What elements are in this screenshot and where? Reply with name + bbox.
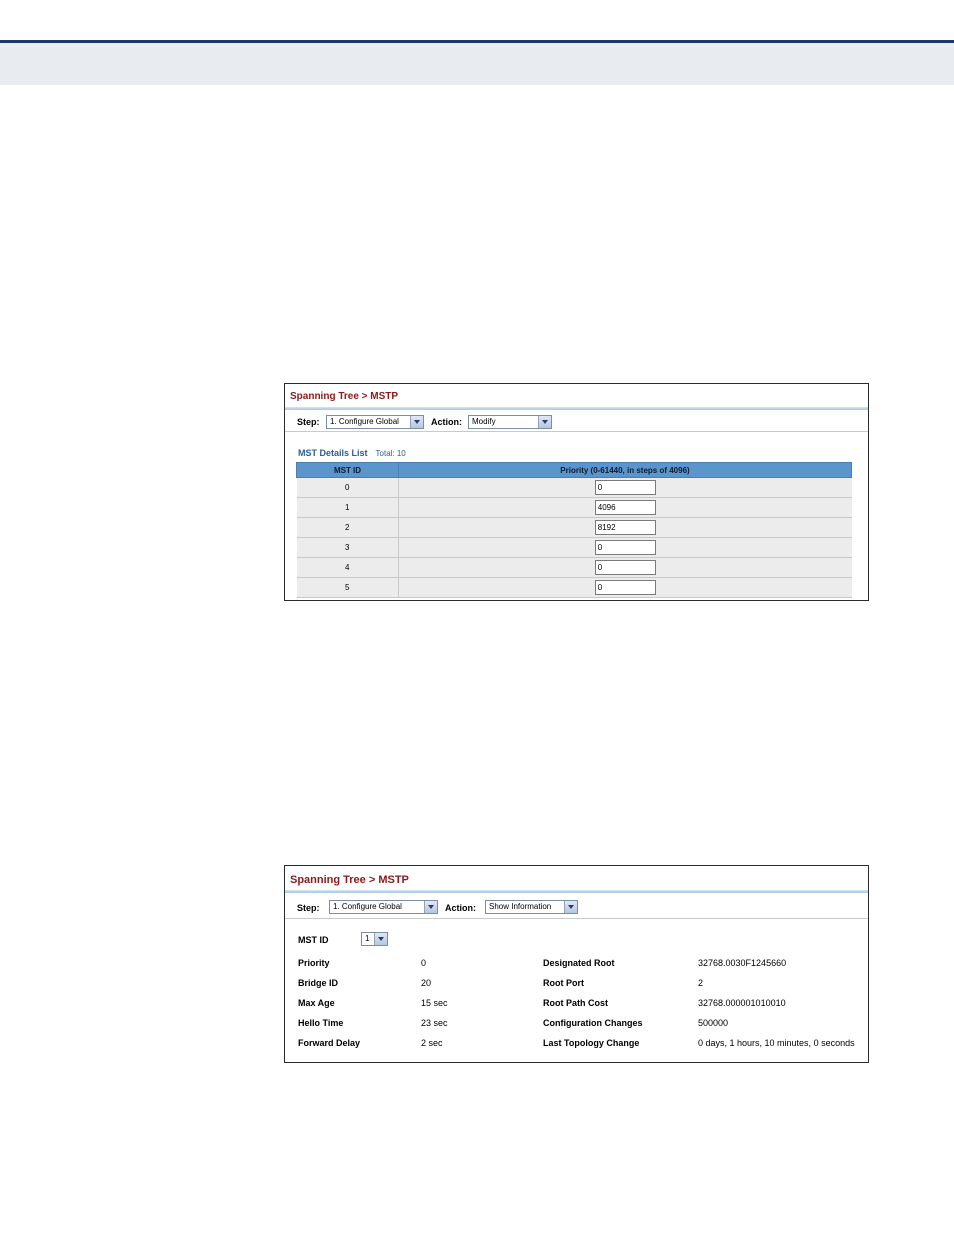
- mst-id-cell: 3: [296, 537, 399, 558]
- priority-cell: 0: [398, 477, 852, 498]
- table-row: 4 0: [296, 557, 852, 578]
- designated-root-value: 32768.0030F1245660: [698, 958, 787, 968]
- action-label: Action:: [445, 903, 476, 913]
- priority-input[interactable]: 8192: [594, 520, 656, 535]
- root-port-label: Root Port: [543, 978, 584, 988]
- mst-id-cell: 5: [296, 577, 399, 598]
- step-toolbar: Step: 1. Configure Global Action: Modify: [285, 413, 868, 432]
- hello-time-value: 23 sec: [421, 1018, 448, 1028]
- root-path-cost-label: Root Path Cost: [543, 998, 608, 1008]
- priority-input[interactable]: 0: [594, 560, 656, 575]
- table-row: 2 8192: [296, 517, 852, 538]
- mst-id-cell: 2: [296, 517, 399, 538]
- title-divider: [285, 890, 868, 893]
- list-title-text: MST Details List: [298, 448, 368, 458]
- configuration-changes-value: 500000: [698, 1018, 729, 1028]
- step-label: Step:: [297, 417, 320, 427]
- priority-input[interactable]: 0: [594, 480, 656, 495]
- step-select[interactable]: 1. Configure Global: [329, 900, 438, 914]
- forward-delay-label: Forward Delay: [298, 1038, 361, 1048]
- bridge-id-value: 20: [421, 978, 432, 988]
- priority-input[interactable]: 4096: [594, 500, 656, 515]
- hello-time-label: Hello Time: [298, 1018, 344, 1028]
- step-toolbar: Step: 1. Configure Global Action: Show I…: [285, 898, 868, 919]
- mstp-show-information-panel: Spanning Tree > MSTP Step: 1. Configure …: [284, 865, 869, 1063]
- priority-input[interactable]: 0: [594, 580, 656, 595]
- max-age-label: Max Age: [298, 998, 335, 1008]
- mst-id-select[interactable]: 1: [361, 932, 388, 946]
- mst-details-table: MST ID Priority (0-61440, in steps of 40…: [296, 462, 852, 598]
- action-label: Action:: [431, 417, 462, 427]
- action-select[interactable]: Modify: [468, 415, 552, 429]
- panel-title: Spanning Tree > MSTP: [290, 391, 399, 402]
- last-topology-change-value: 0 days, 1 hours, 10 minutes, 0 seconds: [698, 1038, 855, 1048]
- step-label: Step:: [297, 903, 320, 913]
- action-select[interactable]: Show Information: [485, 900, 578, 914]
- table-row: 5 0: [296, 577, 852, 598]
- chevron-down-icon[interactable]: [538, 416, 551, 428]
- priority-cell: 0: [398, 537, 852, 558]
- priority-cell: 0: [398, 557, 852, 578]
- table-row: 0 0: [296, 477, 852, 498]
- priority-cell: 0: [398, 577, 852, 598]
- chevron-down-icon[interactable]: [424, 901, 437, 913]
- title-divider: [285, 407, 868, 410]
- priority-label: Priority: [298, 958, 330, 968]
- chevron-down-icon[interactable]: [374, 933, 387, 945]
- configuration-changes-label: Configuration Changes: [543, 1018, 643, 1028]
- table-row: 1 4096: [296, 497, 852, 518]
- root-port-value: 2: [698, 978, 704, 988]
- action-select-value: Show Information: [489, 902, 552, 911]
- priority-value: 0: [421, 958, 427, 968]
- bridge-id-label: Bridge ID: [298, 978, 339, 988]
- table-header-row: MST ID Priority (0-61440, in steps of 40…: [296, 462, 852, 478]
- panel-title: Spanning Tree > MSTP: [290, 874, 409, 886]
- mst-id-cell: 4: [296, 557, 399, 578]
- mst-id-cell: 0: [296, 477, 399, 498]
- mst-id-cell: 1: [296, 497, 399, 518]
- step-select-value: 1. Configure Global: [330, 417, 399, 426]
- list-title: MST Details List Total: 10: [298, 448, 406, 458]
- column-header-mst-id: MST ID: [296, 462, 399, 478]
- chevron-down-icon[interactable]: [410, 416, 423, 428]
- last-topology-change-label: Last Topology Change: [543, 1038, 640, 1048]
- priority-cell: 4096: [398, 497, 852, 518]
- max-age-value: 15 sec: [421, 998, 448, 1008]
- priority-cell: 8192: [398, 517, 852, 538]
- priority-input[interactable]: 0: [594, 540, 656, 555]
- mst-id-select-value: 1: [365, 934, 370, 943]
- action-select-value: Modify: [472, 417, 496, 426]
- step-select-value: 1. Configure Global: [333, 902, 402, 911]
- table-row: 3 0: [296, 537, 852, 558]
- mstp-modify-panel: Spanning Tree > MSTP Step: 1. Configure …: [284, 383, 869, 601]
- chevron-down-icon[interactable]: [564, 901, 577, 913]
- mst-id-label: MST ID: [298, 935, 329, 945]
- column-header-priority: Priority (0-61440, in steps of 4096): [398, 462, 852, 478]
- list-total: Total: 10: [375, 449, 406, 458]
- root-path-cost-value: 32768.000001010010: [698, 998, 786, 1008]
- forward-delay-value: 2 sec: [421, 1038, 443, 1048]
- designated-root-label: Designated Root: [543, 958, 615, 968]
- page-header-band: [0, 40, 954, 85]
- step-select[interactable]: 1. Configure Global: [326, 415, 424, 429]
